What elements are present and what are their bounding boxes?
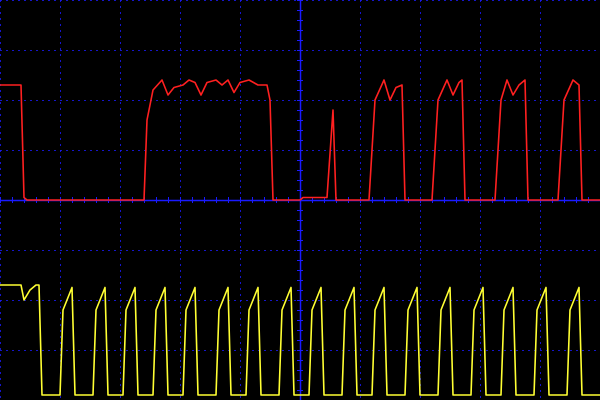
oscilloscope-screen — [0, 0, 600, 400]
scope-plot — [0, 0, 600, 400]
